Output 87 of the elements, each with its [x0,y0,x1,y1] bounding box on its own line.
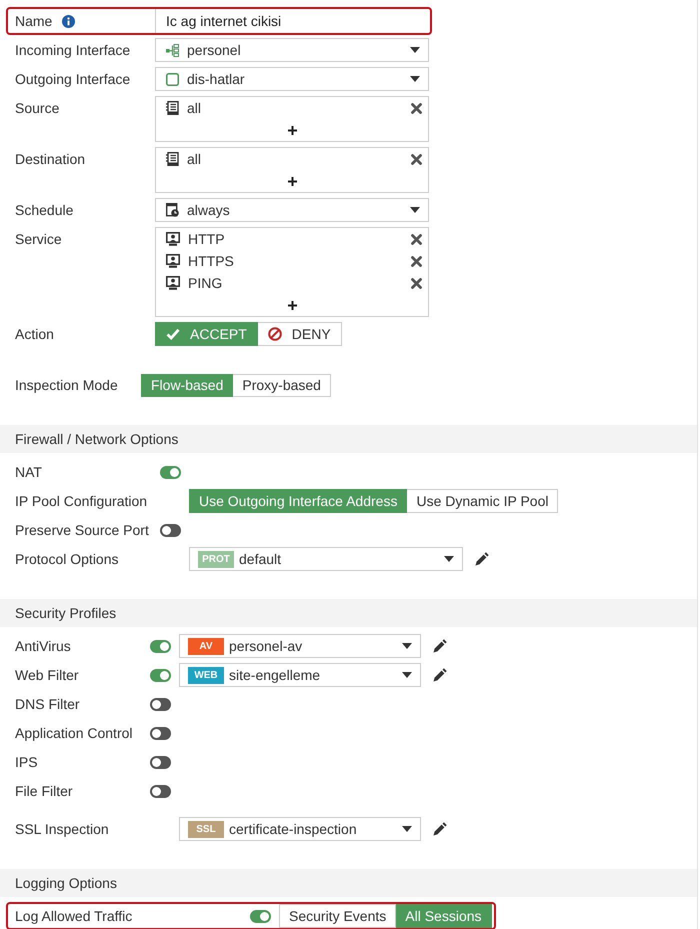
section-header: Firewall / Network Options [0,425,697,453]
caret-icon [402,643,412,649]
field-label: Incoming Interface [15,41,130,60]
add-icon[interactable] [288,126,296,134]
schedule-icon [166,203,179,217]
field-label: Application Control [15,724,134,743]
remove-icon[interactable] [411,154,422,164]
profile-dropdown[interactable]: PROT default [189,547,463,571]
list-entry: HTTPS [188,253,235,269]
field-label: NAT [15,463,43,482]
caret-icon [402,826,412,832]
field-label: Outgoing Interface [15,70,130,89]
address-icon [166,152,179,166]
list-entry: all [187,100,202,116]
profile-dropdown[interactable]: WEB site-engelleme [179,663,421,687]
toggle-switch[interactable] [160,524,181,536]
caret-icon [410,207,420,213]
profile-dropdown[interactable]: AV personel-av [179,634,421,658]
caret-icon [410,76,420,82]
add-icon[interactable] [288,176,296,186]
field-label: Preserve Source Port [15,521,150,540]
caret-icon [410,47,420,53]
field-label: Service [15,230,62,249]
profile-tag: SSL [188,820,224,838]
field-label: AntiVirus [15,637,72,656]
toggle-switch[interactable] [250,910,271,922]
dropdown[interactable]: always [155,198,429,222]
toggle-switch[interactable] [150,726,171,740]
remove-icon[interactable] [411,102,422,114]
profile-tag: AV [188,638,224,654]
field-label: Destination [15,150,86,169]
remove-icon[interactable] [411,234,422,244]
remove-icon[interactable] [411,278,422,288]
profile-dropdown[interactable]: SSL certificate-inspection [179,817,421,841]
port-icon [166,72,179,86]
field-label: Inspection Mode [15,376,119,395]
dropdown[interactable]: personel [155,38,429,62]
profile-tag: PROT [198,550,234,568]
edit-icon[interactable] [433,822,447,836]
field-label: Source [15,99,60,118]
edit-icon[interactable] [433,668,447,682]
service-icon [166,232,180,246]
field-label: Action [15,325,54,344]
segment-option[interactable]: Proxy-based [233,374,331,396]
check-icon [166,328,180,340]
field-label: IP Pool Configuration [15,492,148,511]
caret-icon [444,556,454,562]
segment-option[interactable]: DENY [258,322,342,346]
toggle-switch[interactable] [160,466,181,478]
zone-icon [166,44,179,56]
list-field[interactable]: HTTP HTTPS PING [155,227,429,317]
list-entry: all [187,151,202,167]
segment-option[interactable]: Security Events [279,904,396,928]
edit-icon[interactable] [433,639,447,653]
prohibited-icon [268,327,282,341]
field-label: Web Filter [15,666,80,685]
field-label: Name [15,12,52,31]
address-icon [166,101,179,115]
info-icon[interactable] [62,14,76,28]
toggle-switch[interactable] [150,698,171,710]
list-field[interactable]: all [155,96,429,142]
caret-icon [402,672,412,678]
name-field[interactable]: Ic ag internet cikisi [155,9,430,33]
toggle-switch[interactable] [150,640,171,652]
field-label: Schedule [15,201,74,220]
segment-option[interactable]: Use Dynamic IP Pool [407,489,558,513]
toggle-switch[interactable] [150,784,171,798]
dropdown[interactable]: dis-hatlar [155,67,429,91]
profile-tag: WEB [188,666,224,684]
add-icon[interactable] [288,300,296,310]
list-entry: HTTP [188,231,226,247]
field-label: Log Allowed Traffic [15,907,134,926]
toggle-switch[interactable] [150,756,171,768]
remove-icon[interactable] [411,256,422,266]
field-label: SSL Inspection [15,820,110,839]
field-label: DNS Filter [15,695,81,714]
list-entry: PING [188,275,224,291]
toggle-switch[interactable] [150,668,171,682]
section-header: Logging Options [0,869,697,897]
list-field[interactable]: all [155,147,429,193]
section-header: Security Profiles [0,599,697,627]
field-label: IPS [15,753,39,772]
field-label: File Filter [15,782,74,801]
field-label: Protocol Options [15,550,120,569]
service-icon [166,254,180,268]
service-icon [166,276,180,290]
edit-icon[interactable] [475,552,489,566]
